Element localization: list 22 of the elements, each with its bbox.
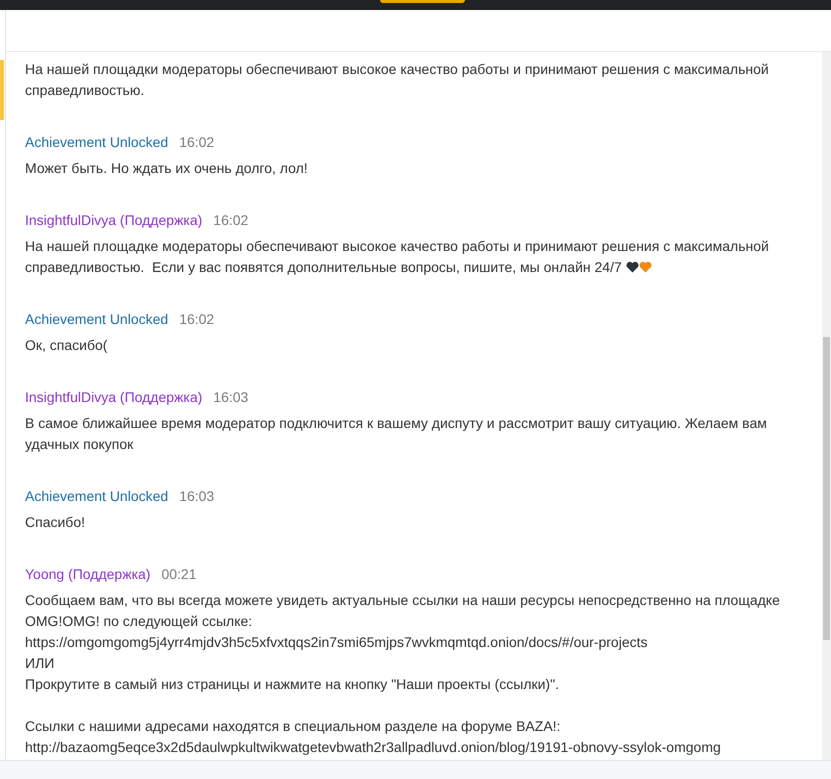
author-name[interactable]: Yoong (Поддержка) bbox=[25, 566, 150, 582]
scrollbar[interactable] bbox=[822, 52, 831, 760]
message-text: В самое ближайшее время модератор подключится к вашему диспуту и рассмотрит вашу ситуацию. Желаем вам удачных покупок bbox=[25, 415, 768, 452]
message-text: Ок, спасибо( bbox=[25, 337, 108, 353]
message-text: Может быть. Но ждать их очень долго, лол! bbox=[25, 160, 308, 176]
author-name[interactable]: InsightfulDivya (Поддержка) bbox=[25, 212, 202, 228]
message-text: На нашей площадке модераторы обеспечивают высокое качество работы и принимают решения с максимальной справедливостью. Если у вас появятся дополнительные вопросы, пишите, мы онлайн 24/7 bbox=[25, 238, 770, 275]
author-name[interactable]: InsightfulDivya (Поддержка) bbox=[25, 389, 202, 405]
scrollbar-thumb[interactable] bbox=[823, 337, 830, 640]
author-name[interactable]: Achievement Unlocked bbox=[25, 311, 168, 327]
message-time: 16:03 bbox=[213, 389, 248, 405]
message-time: 00:21 bbox=[161, 566, 196, 582]
message-time: 16:03 bbox=[179, 488, 214, 504]
message-text: Сообщаем вам, что вы всегда можете увидеть актуальные ссылки на наши ресурсы непосредственно на площадке OMG!OMG! по следующей ссылке: https://omgomgomg5j4yrr4mjdv3h5c5xfvxtqqs2in7smi65mjps7wvkmqmtqd.onion/docs/#/our-projects ИЛИ Прокрутите в самый низ страницы и нажмите на кнопку "Наши проекты (ссылки)". Ссылки с нашими адресами находятся в специальном разделе на форуме BAZA!: http://bazaomg5eqce3x2d5daulwpkultwikwatgetevbwath2r3allpadluvd.onion/blog/19191-obnovy-ssylok-omgomg bbox=[25, 592, 781, 755]
message-time: 16:02 bbox=[179, 134, 214, 150]
side-marker bbox=[0, 60, 4, 120]
message-text: Спасибо! bbox=[25, 514, 85, 530]
author-name[interactable]: Achievement Unlocked bbox=[25, 488, 168, 504]
message-time: 16:02 bbox=[179, 311, 214, 327]
message-text: На нашей площадки модераторы обеспечивают высокое качество работы и принимают решения с максимальной справедливостью. bbox=[25, 61, 770, 98]
author-name[interactable]: Achievement Unlocked bbox=[25, 134, 168, 150]
message-time: 16:02 bbox=[213, 212, 248, 228]
